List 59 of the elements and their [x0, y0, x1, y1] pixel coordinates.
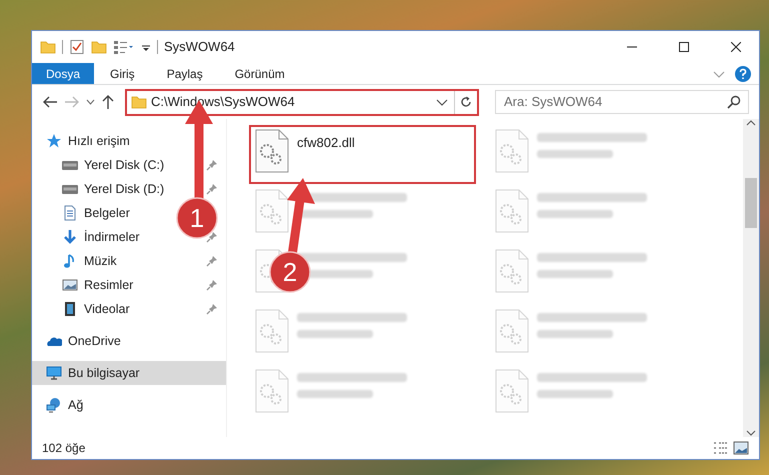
help-icon[interactable]	[735, 66, 751, 82]
recent-locations-button[interactable]	[86, 98, 95, 106]
pin-icon[interactable]	[206, 279, 218, 291]
scroll-thumb[interactable]	[745, 178, 757, 228]
film-icon	[62, 301, 78, 317]
large-icons-view-icon[interactable]	[733, 441, 749, 455]
close-icon[interactable]	[731, 42, 741, 52]
sidebar-item[interactable]: Videolar	[62, 300, 130, 318]
sidebar-item[interactable]: Belgeler	[62, 204, 130, 222]
file-item[interactable]: cfw802.dll	[249, 125, 476, 184]
address-bar[interactable]: C:\Windows\SysWOW64	[125, 88, 479, 116]
ribbon-tab[interactable]: Giriş	[94, 63, 151, 84]
sidebar-item[interactable]: Yerel Disk (D:)	[62, 180, 164, 198]
pin-icon[interactable]	[206, 159, 218, 171]
scrollbar[interactable]	[743, 119, 759, 437]
sidebar-item[interactable]: İndirmeler	[62, 228, 140, 246]
picture-icon	[62, 277, 78, 293]
new-folder-icon[interactable]	[91, 39, 107, 55]
properties-icon[interactable]	[113, 39, 135, 55]
file-name: cfw802.dll	[297, 134, 355, 152]
up-button[interactable]	[101, 94, 115, 110]
sidebar-item[interactable]: Ağ	[46, 396, 84, 414]
sidebar-item[interactable]: Hızlı erişim	[46, 132, 130, 150]
step-badge: 2	[269, 251, 311, 293]
sidebar-item[interactable]: Bu bilgisayar	[32, 361, 226, 385]
ribbon-tab[interactable]: Dosya	[32, 63, 94, 84]
pin-icon[interactable]	[206, 183, 218, 195]
forward-button[interactable]	[64, 95, 80, 109]
down-arrow-icon	[62, 229, 78, 245]
monitor-icon	[46, 365, 62, 381]
ribbon-tab[interactable]: Görünüm	[218, 63, 301, 84]
window-title: SysWOW64	[164, 38, 235, 56]
ribbon-tab[interactable]: Paylaş	[150, 63, 219, 84]
pin-icon[interactable]	[206, 231, 218, 243]
scroll-down-icon[interactable]	[746, 429, 756, 437]
folder-icon	[131, 94, 147, 110]
search-field[interactable]: Ara: SysWOW64	[495, 90, 749, 114]
network-icon	[46, 397, 62, 413]
pin-icon[interactable]	[206, 303, 218, 315]
star-icon	[46, 133, 62, 149]
gear-file-icon[interactable]	[255, 129, 289, 173]
back-button[interactable]	[42, 95, 58, 109]
item-count: 102 öğe	[42, 440, 86, 457]
checklist-icon[interactable]	[69, 39, 85, 55]
address-dropdown-icon[interactable]	[436, 97, 448, 107]
search-icon[interactable]	[727, 95, 741, 109]
expand-ribbon-icon[interactable]	[713, 68, 725, 78]
maximize-icon[interactable]	[679, 42, 689, 52]
refresh-icon[interactable]	[460, 96, 472, 108]
sidebar-item[interactable]: Resimler	[62, 276, 134, 294]
pin-icon[interactable]	[206, 255, 218, 267]
sidebar-item[interactable]: OneDrive	[46, 332, 121, 350]
sidebar-item[interactable]: Müzik	[62, 252, 117, 270]
scroll-up-icon[interactable]	[746, 119, 756, 127]
sidebar-item[interactable]: Yerel Disk (C:)	[62, 156, 164, 174]
step-badge: 1	[176, 197, 218, 239]
document-icon	[62, 205, 78, 221]
details-view-icon[interactable]	[713, 441, 729, 455]
folder-icon[interactable]	[40, 39, 56, 55]
